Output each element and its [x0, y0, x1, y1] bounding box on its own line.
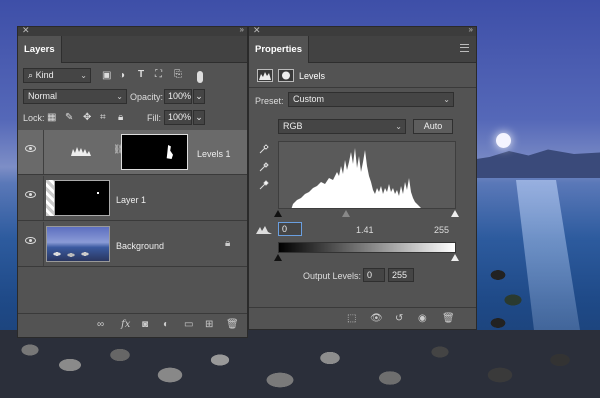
rocks-right: [478, 265, 538, 335]
layer-mask-thumbnail[interactable]: [121, 134, 188, 170]
lock-label: Lock:: [23, 113, 45, 123]
opacity-label: Opacity:: [130, 92, 164, 102]
tab-properties[interactable]: Properties: [249, 36, 309, 63]
layer-row-background[interactable]: Background 🔒︎: [18, 222, 247, 267]
auto-button[interactable]: Auto: [413, 119, 453, 134]
filter-toggle[interactable]: [197, 71, 203, 83]
output-white-field[interactable]: 255: [388, 268, 414, 282]
collapse-icon[interactable]: »: [240, 25, 245, 34]
lock-artboard-icon[interactable]: ⌗: [100, 112, 106, 123]
new-group-icon[interactable]: ▭: [184, 319, 193, 330]
rocks-foreground: [0, 330, 600, 398]
white-eyedropper-icon[interactable]: [259, 179, 269, 190]
blend-mode-dropdown[interactable]: Normal ⌄: [23, 89, 127, 104]
fx-icon[interactable]: fx: [121, 319, 130, 330]
layer-thumbnail[interactable]: [54, 180, 110, 216]
adjustment-name: Levels: [299, 71, 326, 81]
lock-image-icon[interactable]: ✎: [65, 112, 73, 123]
properties-panel: ✕ » Properties Levels Preset: Custom ⌄ R…: [248, 25, 477, 330]
output-black-field[interactable]: 0: [363, 268, 385, 282]
lock-transparent-icon[interactable]: ▦: [47, 112, 56, 123]
chevron-down-icon: ⌄: [443, 95, 450, 104]
opacity-input[interactable]: 100%: [164, 89, 192, 104]
mask-icon[interactable]: [278, 69, 294, 82]
moon: [496, 133, 511, 148]
clip-to-layer-icon[interactable]: ⬚: [347, 313, 356, 324]
opacity-chevron[interactable]: ⌄: [193, 89, 205, 104]
filter-kind-dropdown[interactable]: ⌕ Kind ⌄: [23, 68, 91, 83]
input-gamma-slider[interactable]: [342, 210, 350, 217]
trash-icon[interactable]: 🗑︎: [442, 313, 455, 324]
chevron-down-icon: ⌄: [80, 71, 87, 80]
toggle-visibility-icon[interactable]: ◉: [418, 313, 427, 324]
layers-panel: ✕ » Layers ⌕ Kind ⌄ ▣ ◑ T ⛶ ⎘ Normal ⌄ O…: [17, 25, 248, 338]
new-adjustment-icon[interactable]: ◐: [163, 319, 169, 330]
chevron-down-icon: ⌄: [395, 122, 402, 131]
transparency-checker: [46, 180, 54, 216]
close-icon[interactable]: ✕: [22, 25, 30, 36]
gray-eyedropper-icon[interactable]: [259, 161, 269, 172]
visibility-eye-icon[interactable]: [25, 191, 36, 198]
panel-menu-icon[interactable]: [460, 44, 469, 52]
clipping-warning-icon[interactable]: [255, 225, 273, 235]
new-layer-icon[interactable]: ⊞: [205, 319, 213, 330]
visibility-eye-icon[interactable]: [25, 145, 36, 152]
output-black-slider[interactable]: [274, 254, 282, 261]
input-black-slider[interactable]: [274, 210, 282, 217]
view-previous-icon[interactable]: 👁︎: [370, 313, 383, 324]
mountains: [470, 149, 600, 178]
preset-dropdown[interactable]: Custom ⌄: [288, 92, 454, 107]
adjustment-filter-icon[interactable]: ◑: [119, 70, 125, 81]
layer-thumbnail[interactable]: [46, 226, 110, 262]
layer-row-layer1[interactable]: Layer 1: [18, 176, 247, 221]
type-filter-icon[interactable]: T: [138, 69, 144, 80]
levels-icon: [257, 69, 273, 82]
fill-label: Fill:: [147, 113, 161, 123]
channel-value: RGB: [283, 121, 303, 131]
lock-all-icon[interactable]: 🔒︎: [118, 112, 123, 123]
blend-mode-value: Normal: [28, 91, 58, 101]
output-white-slider[interactable]: [451, 254, 459, 261]
output-gradient-bar: [278, 242, 456, 253]
pixel-filter-icon[interactable]: ▣: [102, 70, 111, 81]
shape-filter-icon[interactable]: ⛶: [155, 69, 162, 80]
histogram-graph: [291, 148, 421, 208]
layer-name: Background: [116, 241, 165, 251]
input-gamma-field[interactable]: 1.41: [356, 225, 374, 235]
layer-name: Layer 1: [116, 195, 147, 205]
link-layers-icon[interactable]: ∞: [97, 319, 104, 330]
fill-chevron[interactable]: ⌄: [193, 110, 205, 125]
output-levels-label: Output Levels:: [303, 271, 362, 281]
channel-dropdown[interactable]: RGB ⌄: [278, 119, 406, 134]
lock-icon: 🔒︎: [225, 238, 231, 249]
fill-input[interactable]: 100%: [164, 110, 192, 125]
collapse-icon[interactable]: »: [469, 25, 474, 34]
layer-name: Levels 1: [197, 149, 231, 159]
tab-layers[interactable]: Layers: [18, 36, 62, 63]
filter-kind-value: Kind: [35, 70, 54, 80]
trash-icon[interactable]: 🗑︎: [226, 319, 239, 330]
layer-row-levels[interactable]: ⛓ Levels 1: [18, 130, 247, 175]
input-white-field[interactable]: 255: [434, 225, 449, 235]
lock-position-icon[interactable]: ✥: [83, 112, 91, 123]
histogram: [278, 141, 456, 209]
chevron-down-icon: ⌄: [116, 92, 123, 101]
search-icon: ⌕: [28, 70, 34, 80]
add-mask-icon[interactable]: ◙: [142, 319, 148, 330]
preset-value: Custom: [293, 94, 325, 104]
reset-icon[interactable]: ↺: [395, 313, 403, 324]
black-eyedropper-icon[interactable]: [259, 143, 269, 154]
close-icon[interactable]: ✕: [253, 25, 261, 36]
levels-adjustment-icon: [71, 147, 91, 156]
input-black-field[interactable]: 0: [278, 222, 302, 236]
smart-object-filter-icon[interactable]: ⎘: [174, 69, 182, 80]
visibility-eye-icon[interactable]: [25, 237, 36, 244]
input-white-slider[interactable]: [451, 210, 459, 217]
preset-label: Preset:: [255, 96, 284, 106]
